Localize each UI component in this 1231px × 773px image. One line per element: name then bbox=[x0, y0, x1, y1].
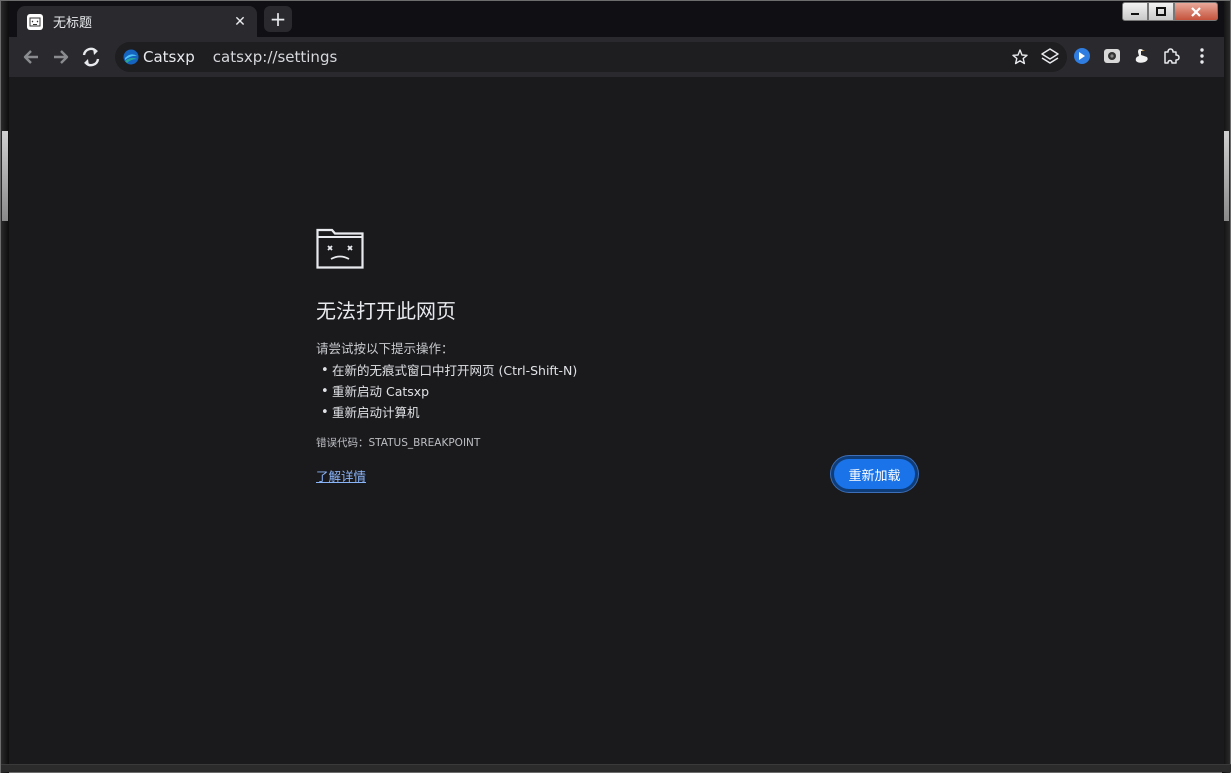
error-code: 错误代码：STATUS_BREAKPOINT bbox=[316, 437, 481, 449]
address-bar[interactable]: Catsxp catsxp://settings bbox=[115, 42, 1067, 72]
close-icon bbox=[1191, 6, 1201, 17]
tab-title: 无标题 bbox=[53, 16, 93, 31]
back-arrow-icon bbox=[23, 50, 38, 64]
extension-camera-icon[interactable] bbox=[1101, 45, 1123, 67]
suggestion-list: 在新的无痕式窗口中打开网页 (Ctrl-Shift-N) 重新启动 Catsxp… bbox=[316, 360, 918, 423]
sad-folder-icon bbox=[27, 13, 43, 30]
maximize-button[interactable] bbox=[1148, 2, 1174, 21]
learn-more-link[interactable]: 了解详情 bbox=[316, 466, 366, 485]
window-frame-left bbox=[1, 1, 9, 773]
close-window-button[interactable] bbox=[1174, 2, 1218, 21]
page-content: 无法打开此网页 请尝试按以下提示操作： 在新的无痕式窗口中打开网页 (Ctrl-… bbox=[9, 77, 1224, 766]
back-button[interactable] bbox=[16, 42, 46, 72]
tab-active[interactable]: 无标题 ✕ bbox=[17, 6, 257, 37]
reload-button[interactable] bbox=[76, 42, 106, 72]
window-frame-bottom bbox=[1, 764, 1231, 772]
sad-folder-icon bbox=[316, 228, 364, 269]
reload-page-button[interactable]: 重新加载 bbox=[831, 456, 918, 492]
extension-goose-icon[interactable] bbox=[1131, 45, 1153, 67]
layers-icon[interactable] bbox=[1040, 47, 1060, 71]
maximize-icon bbox=[1156, 6, 1166, 16]
minimize-button[interactable] bbox=[1122, 2, 1148, 21]
browser-toolbar: Catsxp catsxp://settings bbox=[9, 37, 1224, 77]
url-text[interactable]: catsxp://settings bbox=[213, 48, 338, 66]
new-tab-button[interactable]: + bbox=[264, 6, 292, 32]
error-title: 无法打开此网页 bbox=[316, 299, 456, 323]
suggestion-item: 重新启动 Catsxp bbox=[316, 381, 918, 402]
forward-button[interactable] bbox=[46, 42, 76, 72]
kebab-menu-icon[interactable] bbox=[1191, 45, 1213, 67]
reload-icon bbox=[82, 47, 100, 67]
extension-blue-icon[interactable] bbox=[1071, 45, 1093, 67]
puzzle-icon[interactable] bbox=[1160, 45, 1182, 67]
suggestion-item: 在新的无痕式窗口中打开网页 (Ctrl-Shift-N) bbox=[316, 360, 918, 381]
error-panel: 无法打开此网页 请尝试按以下提示操作： 在新的无痕式窗口中打开网页 (Ctrl-… bbox=[316, 227, 918, 492]
tab-strip: 无标题 ✕ + bbox=[9, 1, 1224, 37]
window-controls bbox=[1122, 2, 1218, 21]
tab-close-icon[interactable]: ✕ bbox=[231, 13, 249, 31]
site-name-chip: Catsxp bbox=[143, 48, 195, 66]
browser-window: 无标题 ✕ + Catsxp catsxp://settings 无法打开此网页… bbox=[0, 0, 1231, 773]
catsxp-logo-icon bbox=[123, 49, 139, 65]
suggestion-heading: 请尝试按以下提示操作： bbox=[316, 341, 454, 356]
minimize-icon bbox=[1131, 12, 1139, 15]
forward-arrow-icon bbox=[54, 50, 69, 64]
bookmark-star-icon[interactable] bbox=[1011, 48, 1029, 70]
suggestion-item: 重新启动计算机 bbox=[316, 402, 918, 423]
